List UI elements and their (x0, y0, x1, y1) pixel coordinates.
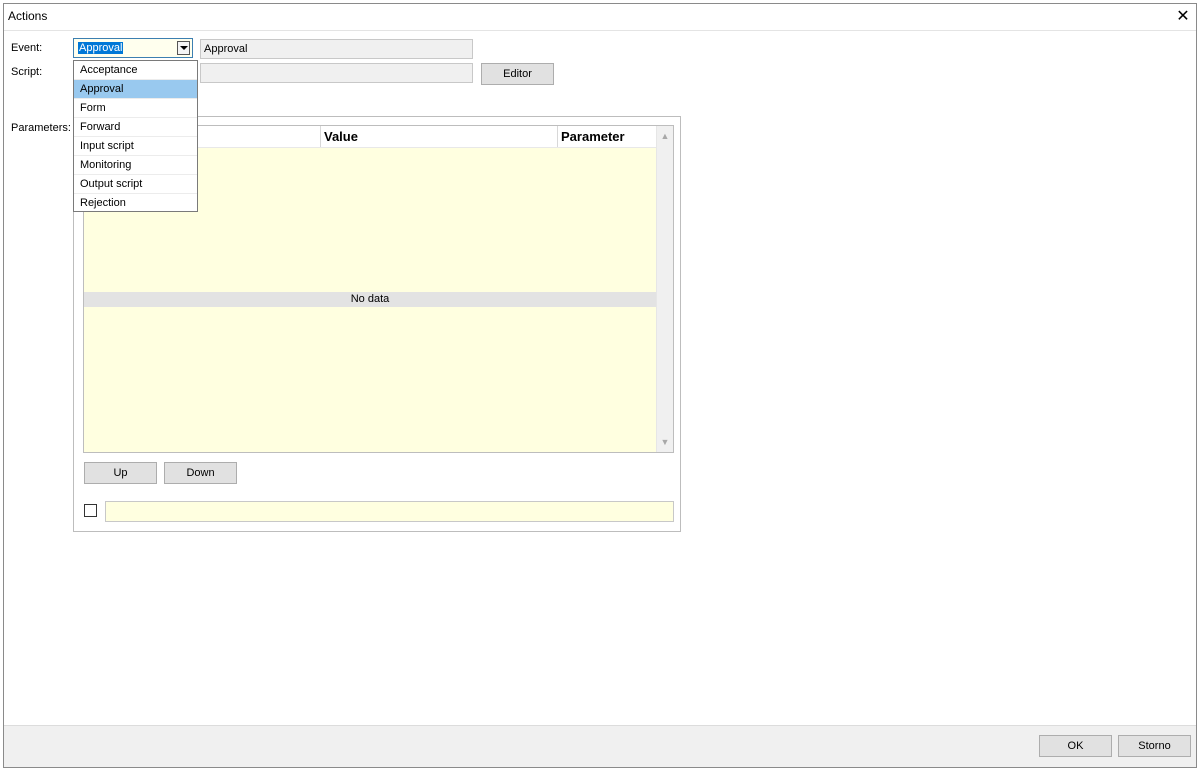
dropdown-item-forward[interactable]: Forward (74, 118, 197, 137)
scroll-down-icon[interactable]: ▼ (657, 434, 673, 450)
window-title: Actions (8, 9, 48, 23)
scroll-up-icon[interactable]: ▲ (657, 128, 673, 144)
chevron-down-icon[interactable] (177, 41, 190, 55)
storno-button[interactable]: Storno (1118, 735, 1191, 757)
grid-scrollbar[interactable]: ▲ ▼ (656, 126, 673, 452)
dropdown-item-approval[interactable]: Approval (74, 80, 197, 99)
event-label: Event: (11, 42, 43, 54)
event-combobox[interactable]: Approval (73, 38, 193, 58)
ok-button[interactable]: OK (1039, 735, 1112, 757)
event-description-field: Approval (200, 39, 473, 59)
dropdown-item-input-script[interactable]: Input script (74, 137, 197, 156)
event-combobox-value: Approval (78, 42, 124, 54)
title-bar: Actions ✕ (4, 4, 1196, 31)
up-button[interactable]: Up (84, 462, 157, 484)
dropdown-item-form[interactable]: Form (74, 99, 197, 118)
script-field[interactable] (200, 63, 473, 83)
bottom-checkbox[interactable] (84, 504, 97, 517)
down-button[interactable]: Down (164, 462, 237, 484)
column-header-value[interactable]: Value (321, 126, 557, 147)
parameters-label: Parameters: (11, 122, 71, 134)
column-header-parameter[interactable]: Parameter (558, 126, 656, 147)
editor-button[interactable]: Editor (481, 63, 554, 85)
actions-dialog: Actions ✕ Event: Script: Parameters: App… (3, 3, 1197, 768)
dropdown-item-acceptance[interactable]: Acceptance (74, 61, 197, 80)
no-data-message: No data (84, 292, 656, 307)
bottom-text-input[interactable] (105, 501, 674, 522)
script-label: Script: (11, 66, 43, 78)
dropdown-item-monitoring[interactable]: Monitoring (74, 156, 197, 175)
close-icon[interactable]: ✕ (1174, 8, 1192, 26)
event-dropdown-list[interactable]: Acceptance Approval Form Forward Input s… (73, 60, 198, 212)
dropdown-item-rejection[interactable]: Rejection (74, 194, 197, 213)
dropdown-item-output-script[interactable]: Output script (74, 175, 197, 194)
dialog-footer: OK Storno (4, 725, 1196, 767)
